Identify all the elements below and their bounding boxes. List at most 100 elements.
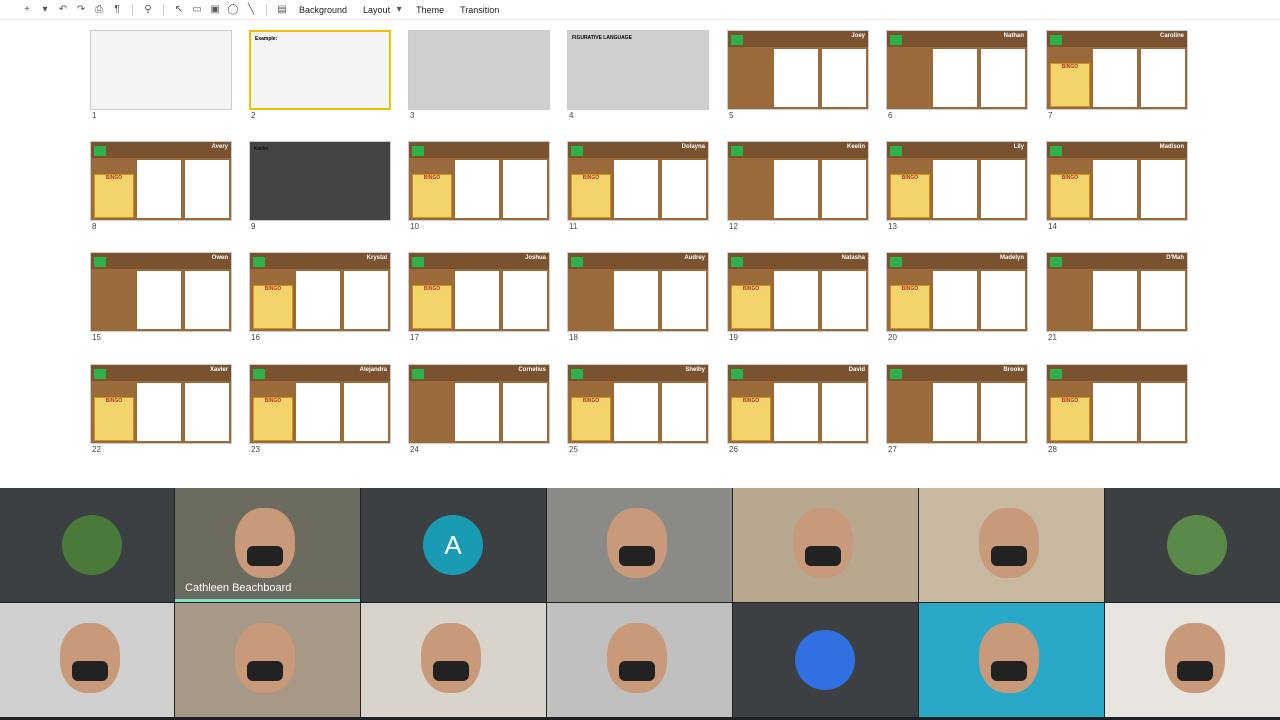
slide-thumbnail[interactable]: Audrey [567,252,709,332]
slide-thumbnail[interactable]: BINGO Natasha [727,252,869,332]
chevron-down-icon[interactable]: ▾ [38,3,52,17]
participant-tile[interactable] [919,488,1104,602]
slide-thumbnail[interactable]: Keelin [727,141,869,221]
slide-number: 17 [410,333,419,342]
image-icon[interactable]: ▣ [208,3,222,17]
slide-thumbnail[interactable]: BINGO Madison [1046,141,1188,221]
slide-number: 14 [1048,222,1057,231]
slide-sticky-note [94,369,106,379]
zoom-icon[interactable]: ⚲ [141,3,155,17]
select-icon[interactable]: ↖ [172,3,186,17]
participant-video-face [607,508,667,578]
slide-thumbnail[interactable]: Brooke [886,364,1028,444]
textbox-icon[interactable]: ▭ [190,3,204,17]
slide-thumbnail[interactable]: Kaider [249,141,391,221]
slide-thumbnail[interactable]: BINGO Caroline [1046,30,1188,110]
participant-tile[interactable] [733,488,918,602]
slide-thumbnail[interactable]: BINGO Alejandra [249,364,391,444]
face-mask [72,661,108,681]
slide-thumbnail[interactable]: BINGO David [727,364,869,444]
participant-tile[interactable]: A [361,488,546,602]
participant-video-face [979,623,1039,693]
comment-icon[interactable]: ▤ [275,3,289,17]
slide-thumbnail[interactable]: BINGO Madelyn [886,252,1028,332]
avatar [1167,515,1227,575]
participant-video-face [607,623,667,693]
face-mask [991,661,1027,681]
slide-paper [503,160,547,218]
participant-tile[interactable] [361,603,546,717]
slide-number: 7 [1048,111,1053,120]
slide-thumbnail[interactable]: Owen [90,252,232,332]
slide-title: Xavier [209,367,228,373]
slide-thumbnail[interactable]: BINGO Dolayna [567,141,709,221]
slide-thumbnail[interactable]: BINGO Joshua [408,252,550,332]
participant-tile[interactable] [547,488,732,602]
slide-title: D'Mah [1166,255,1184,261]
participant-tile[interactable] [547,603,732,717]
face-mask [991,546,1027,566]
theme-button[interactable]: Theme [410,5,450,15]
participant-tile[interactable] [733,603,918,717]
slide-thumbnail[interactable]: Joey [727,30,869,110]
bingo-card: BINGO [571,397,611,441]
participant-tile[interactable]: Cathleen Beachboard [175,488,360,602]
slide-thumbnail[interactable] [408,30,550,110]
slide-paper [933,383,977,441]
paint-format-icon[interactable]: ¶ [110,3,124,17]
slide-thumbnail[interactable]: BINGO Lily [886,141,1028,221]
slide-paper [1093,383,1137,441]
line-icon[interactable]: ╲ [244,3,258,17]
slide-number: 12 [729,222,738,231]
undo-icon[interactable]: ↶ [56,3,70,17]
slide-paper [185,383,229,441]
participant-tile[interactable] [919,603,1104,717]
participant-tile[interactable] [1105,603,1280,717]
slide-title: Example: [255,36,278,42]
slide-paper [981,49,1025,107]
print-icon[interactable]: ⎙ [92,3,106,17]
participant-name: Cathleen Beachboard [185,582,292,594]
slide-thumbnail[interactable]: BINGO [408,141,550,221]
participant-tile[interactable] [1105,488,1280,602]
slide-paper [981,383,1025,441]
slide-thumbnail[interactable]: BINGO [1046,364,1188,444]
slide-header [409,142,549,158]
slide-sticky-note [1050,35,1062,45]
slide-thumbnail[interactable] [90,30,232,110]
slide-thumbnail[interactable]: D'Mah [1046,252,1188,332]
slide-number: 8 [92,222,97,231]
add-icon[interactable]: + [20,3,34,17]
participant-tile[interactable] [0,603,174,717]
slide-header [91,142,231,158]
layout-button[interactable]: Layout [357,5,396,15]
redo-icon[interactable]: ↷ [74,3,88,17]
slide-thumbnail[interactable]: BINGO Krystal [249,252,391,332]
participant-tile[interactable] [175,603,360,717]
slide-paper [774,49,818,107]
background-button[interactable]: Background [293,5,353,15]
slide-paper [822,160,866,218]
toolbar-divider [266,3,267,16]
slide-number: 2 [251,111,256,120]
slide-thumbnail[interactable]: FIGURATIVE LANGUAGE [567,30,709,110]
shape-icon[interactable]: ◯ [226,3,240,17]
slide-thumbnail[interactable]: BINGO Xavier [90,364,232,444]
slide-sticky-note [731,257,743,267]
transition-button[interactable]: Transition [454,5,505,15]
slide-thumbnail[interactable]: Nathan [886,30,1028,110]
bingo-card: BINGO [1050,63,1090,107]
participant-video-face [793,508,853,578]
slide-paper [296,383,340,441]
slide-paper [614,160,658,218]
participant-tile[interactable] [0,488,174,602]
participant-video-face [1165,623,1225,693]
participant-video-face [235,508,295,578]
toolbar-divider [132,3,133,16]
slide-thumbnail[interactable]: BINGO Avery [90,141,232,221]
slide-thumbnail[interactable]: BINGO Shelby [567,364,709,444]
slide-title: Keelin [846,144,865,150]
toolbar-divider [163,3,164,16]
slide-thumbnail[interactable]: Example: [249,30,391,110]
slide-thumbnail[interactable]: Cornelius [408,364,550,444]
